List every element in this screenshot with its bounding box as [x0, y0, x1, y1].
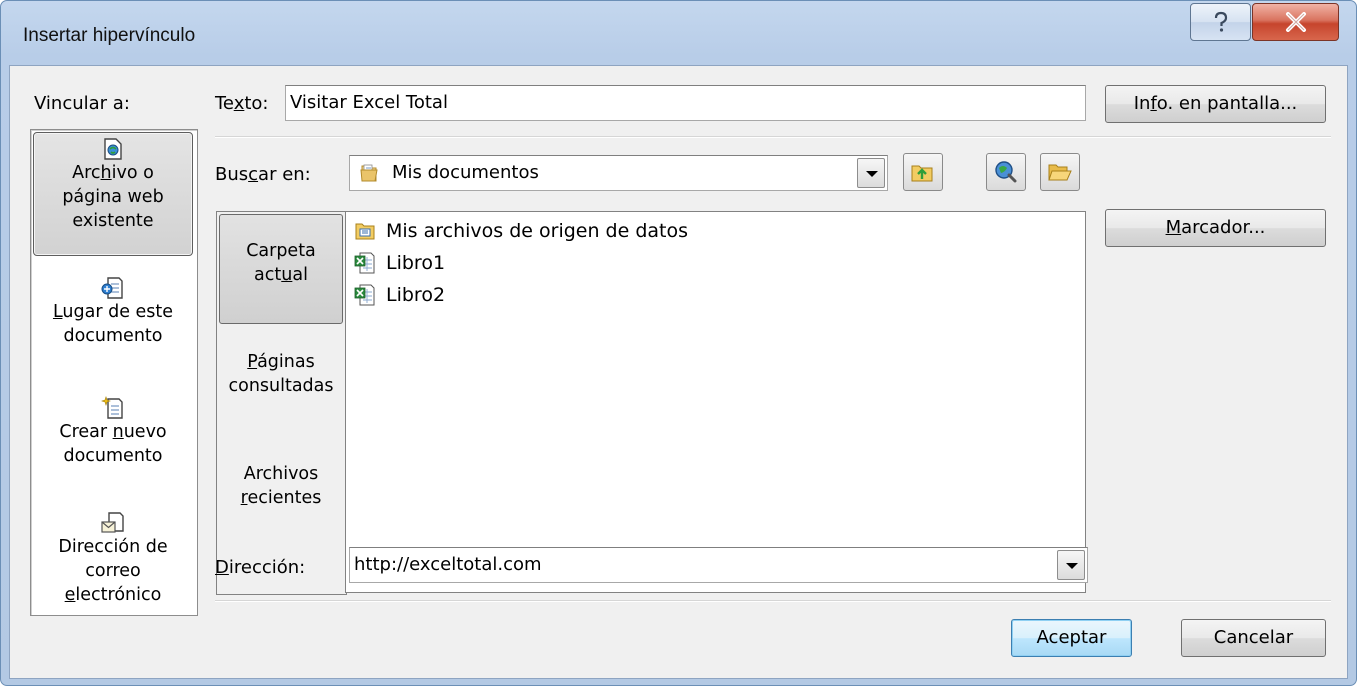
- insert-hyperlink-dialog: Insertar hipervínculo Vincular a: Archiv…: [0, 0, 1357, 686]
- address-dropdown-arrow[interactable]: [1057, 550, 1085, 580]
- text-to-display-input[interactable]: Visitar Excel Total: [285, 85, 1086, 121]
- place-recent-files[interactable]: Archivos recientes: [219, 452, 343, 542]
- excel-file-icon: [354, 284, 375, 306]
- link-create-new-document[interactable]: Crear nuevo documento: [33, 392, 193, 492]
- address-combobox[interactable]: http://exceltotal.com: [349, 547, 1088, 583]
- close-button[interactable]: [1252, 3, 1339, 41]
- look-in-dropdown-arrow[interactable]: [857, 158, 885, 188]
- link-email-address[interactable]: Dirección de correo electrónico: [33, 507, 193, 617]
- link-to-panel: Archivo o página web existente Lugar de es…: [30, 129, 198, 616]
- link-place-in-document[interactable]: Lugar de este documento: [33, 272, 193, 372]
- separator-bottom: [215, 600, 1331, 602]
- documents-folder-icon: [360, 164, 378, 182]
- email-address-icon: [101, 512, 124, 533]
- text-label: Texto:: [215, 93, 269, 114]
- address-label: Dirección:: [215, 557, 306, 578]
- dialog-body: Vincular a: Archivo o página web existente…: [9, 65, 1348, 679]
- browse-web-icon: [995, 161, 1017, 183]
- places-bar: Carpeta actual Páginas consultadas Archivo…: [216, 211, 347, 595]
- look-in-label: Buscar en:: [215, 164, 311, 185]
- place-current-folder[interactable]: Carpeta actual: [219, 214, 343, 324]
- up-one-folder-button[interactable]: [903, 153, 943, 191]
- place-in-document-icon: [101, 277, 123, 299]
- place-browsed-pages-label: Páginas consultadas: [228, 352, 334, 396]
- excel-file-icon: [354, 252, 375, 274]
- look-in-value: Mis documentos: [392, 162, 539, 183]
- browse-file-button[interactable]: [1040, 153, 1080, 191]
- address-value: http://exceltotal.com: [354, 554, 542, 575]
- cancel-button[interactable]: Cancelar: [1181, 619, 1326, 657]
- file-item[interactable]: Mis archivos de origen de datos: [354, 215, 688, 247]
- link-create-new-document-label: Crear nuevo documento: [59, 422, 167, 466]
- existing-file-icon: [104, 138, 122, 160]
- data-source-folder-icon: [355, 223, 375, 240]
- link-existing-file-or-web-page[interactable]: Archivo o página web existente: [33, 132, 193, 256]
- link-existing-file-label: Archivo o página web existente: [62, 163, 164, 231]
- file-item[interactable]: Libro2: [354, 279, 445, 311]
- browse-web-button[interactable]: [986, 153, 1026, 191]
- file-name: Libro1: [386, 252, 446, 274]
- up-folder-icon: [911, 165, 933, 182]
- new-document-icon: [101, 396, 123, 419]
- help-icon: [1214, 11, 1227, 32]
- file-item[interactable]: Libro1: [354, 247, 445, 279]
- place-browsed-pages[interactable]: Páginas consultadas: [219, 340, 343, 430]
- look-in-combobox[interactable]: Mis documentos: [349, 155, 888, 191]
- close-icon: [1285, 12, 1306, 32]
- screentip-button[interactable]: Info. en pantalla...: [1105, 85, 1326, 123]
- dialog-title: Insertar hipervínculo: [23, 25, 196, 46]
- open-folder-icon: [1048, 164, 1072, 181]
- link-to-label: Vincular a:: [34, 93, 130, 114]
- title-bar: Insertar hipervínculo: [1, 1, 1356, 65]
- separator-top: [215, 136, 1331, 138]
- place-recent-files-label: Archivos recientes: [240, 464, 322, 508]
- file-list[interactable]: Mis archivos de origen de datos Libro1 L…: [345, 211, 1086, 593]
- ok-button[interactable]: Aceptar: [1011, 619, 1132, 657]
- file-name: Libro2: [386, 284, 446, 306]
- bookmark-button[interactable]: Marcador...: [1105, 209, 1326, 247]
- file-name: Mis archivos de origen de datos: [386, 220, 689, 242]
- help-button[interactable]: [1190, 3, 1251, 41]
- place-current-folder-label: Carpeta actual: [246, 241, 316, 285]
- link-email-address-label: Dirección de correo electrónico: [58, 537, 168, 605]
- link-place-in-document-label: Lugar de este documento: [52, 302, 174, 346]
